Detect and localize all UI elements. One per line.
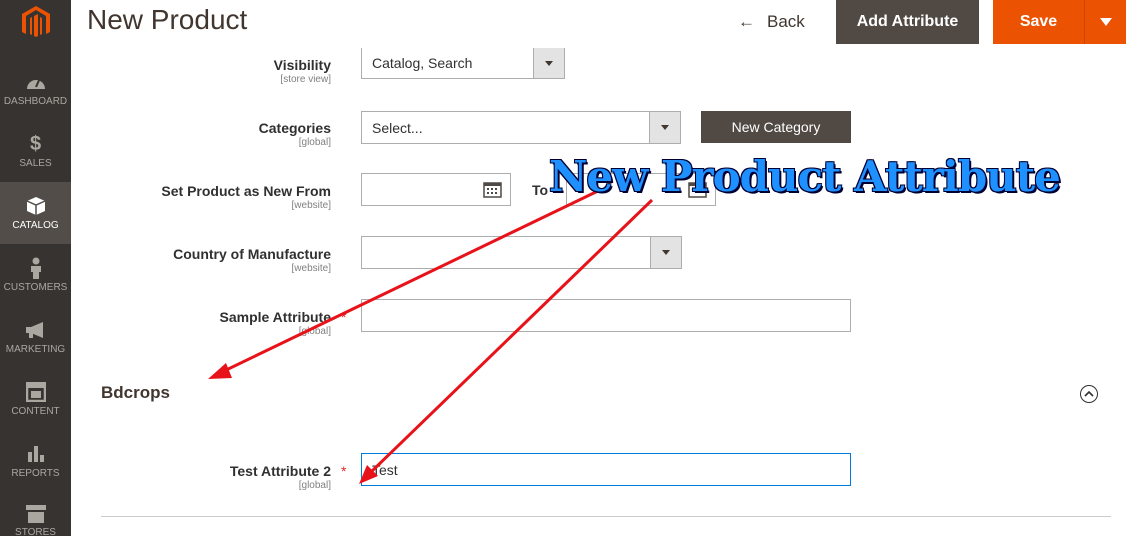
section-divider <box>101 516 1111 517</box>
new-from-label: Set Product as New From <box>161 183 331 199</box>
back-button[interactable]: ← Back <box>738 8 805 36</box>
magento-logo-icon <box>21 5 50 37</box>
required-asterisk: * <box>341 463 347 479</box>
sidebar-item-stores[interactable]: STORES <box>0 492 71 536</box>
country-scope: [website] <box>291 263 331 274</box>
sample-attribute-scope: [global] <box>298 326 331 337</box>
sidebar-item-label: DASHBOARD <box>3 96 68 107</box>
sidebar-item-reports[interactable]: REPORTS <box>0 430 71 492</box>
sidebar-item-label: MARKETING <box>5 344 66 355</box>
categories-select[interactable]: Select... <box>361 111 681 144</box>
chevron-down-icon <box>649 112 680 143</box>
person-icon <box>29 257 43 279</box>
save-options-toggle[interactable] <box>1084 0 1126 44</box>
storefront-icon <box>25 504 47 524</box>
country-label: Country of Manufacture <box>173 246 331 262</box>
layout-icon <box>25 381 46 403</box>
save-button[interactable]: Save <box>993 0 1084 44</box>
required-asterisk: * <box>341 309 347 325</box>
arrow-left-icon: ← <box>738 12 755 31</box>
categories-label: Categories <box>258 120 331 136</box>
sidebar-item-label: CATALOG <box>12 220 59 231</box>
chevron-up-icon <box>1084 391 1094 397</box>
visibility-scope: [store view] <box>280 74 331 85</box>
new-to-label: To <box>532 182 549 198</box>
chevron-down-icon <box>533 48 564 78</box>
caret-down-icon <box>1099 18 1112 26</box>
sidebar-item-sales[interactable]: $ SALES <box>0 120 71 182</box>
sidebar-item-content[interactable]: CONTENT <box>0 368 71 430</box>
categories-scope: [global] <box>298 137 331 148</box>
visibility-value: Catalog, Search <box>372 55 473 71</box>
sidebar-item-label: STORES <box>15 527 56 536</box>
box-icon <box>26 195 46 217</box>
test-attribute-value: Test <box>372 461 398 478</box>
sidebar-item-marketing[interactable]: MARKETING <box>0 306 71 368</box>
bar-chart-icon <box>26 443 46 465</box>
new-from-date-input[interactable] <box>361 173 511 206</box>
visibility-label: Visibility <box>273 57 331 73</box>
new-category-button[interactable]: New Category <box>701 111 851 143</box>
sidebar-item-customers[interactable]: CUSTOMERS <box>0 244 71 306</box>
add-attribute-button[interactable]: Add Attribute <box>836 0 979 44</box>
megaphone-icon <box>25 319 47 341</box>
annotation-arrow <box>221 188 601 374</box>
magento-logo[interactable] <box>0 0 71 45</box>
admin-sidebar: DASHBOARD $ SALES CATALOG CUSTOMERS MARK… <box>0 0 71 536</box>
country-select[interactable] <box>361 236 682 269</box>
test-attribute-input[interactable]: Test <box>361 453 851 486</box>
sidebar-item-label: CUSTOMERS <box>3 282 68 293</box>
collapse-section-button[interactable] <box>1080 385 1098 403</box>
page-title: New Product <box>87 4 248 35</box>
new-from-scope: [website] <box>291 200 331 211</box>
sample-attribute-label: Sample Attribute <box>219 309 332 325</box>
sample-attribute-input[interactable] <box>361 299 851 332</box>
chevron-down-icon <box>650 237 681 268</box>
sidebar-item-catalog[interactable]: CATALOG <box>0 182 71 244</box>
arrow-head-icon <box>208 363 232 379</box>
categories-value: Select... <box>372 119 423 136</box>
test-attribute-scope: [global] <box>298 480 331 491</box>
sidebar-item-label: SALES <box>19 158 52 169</box>
annotation-text: New Product Attribute <box>549 152 1061 201</box>
calendar-icon[interactable] <box>483 181 502 198</box>
dollar-icon: $ <box>29 132 42 155</box>
sidebar-item-label: CONTENT <box>11 406 60 417</box>
test-attribute-label: Test Attribute 2 <box>229 463 331 479</box>
section-title: Bdcrops <box>101 383 170 402</box>
back-label: Back <box>767 12 805 31</box>
sidebar-item-label: REPORTS <box>11 468 60 479</box>
speedometer-icon <box>25 71 47 93</box>
sidebar-item-dashboard[interactable]: DASHBOARD <box>0 58 71 120</box>
visibility-select[interactable]: Catalog, Search <box>361 48 565 79</box>
